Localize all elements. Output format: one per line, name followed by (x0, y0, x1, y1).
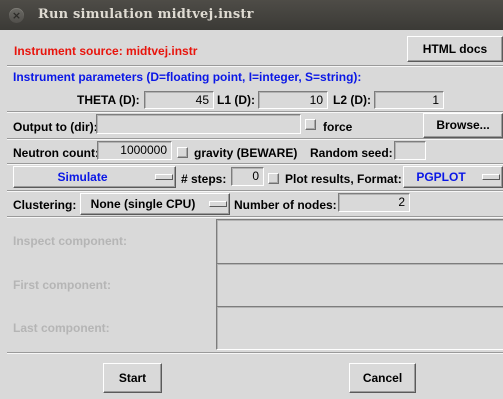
clustering-label: Clustering: (13, 198, 77, 212)
l1-label: L1 (D): (217, 93, 255, 107)
browse-button[interactable]: Browse... (423, 113, 503, 138)
force-checkbox[interactable] (305, 119, 316, 130)
cancel-button[interactable]: Cancel (349, 363, 416, 393)
theta-input[interactable]: 45 (144, 91, 214, 109)
random-seed-input[interactable] (394, 141, 426, 160)
separator (7, 352, 503, 354)
plot-results-checkbox[interactable] (268, 173, 279, 184)
l2-input[interactable]: 1 (374, 91, 444, 109)
separator (7, 190, 503, 192)
instrument-parameters-header: Instrument parameters (D=floating point,… (13, 70, 362, 84)
inspect-component-list[interactable] (216, 219, 503, 264)
plot-format-value: PGPLOT (416, 170, 466, 184)
neutron-count-label: Neutron count: (13, 146, 99, 160)
output-dir-label: Output to (dir): (13, 120, 98, 134)
close-icon[interactable]: × (9, 8, 24, 23)
instrument-source-label: Instrument source: midtvej.instr (14, 44, 198, 58)
random-seed-label: Random seed: (310, 146, 393, 160)
html-docs-button[interactable]: HTML docs (407, 36, 503, 62)
start-button[interactable]: Start (103, 363, 162, 393)
window-title: Run simulation midtvej.instr (38, 7, 254, 22)
run-mode-menu[interactable]: Simulate (13, 166, 176, 188)
l2-label: L2 (D): (333, 93, 371, 107)
option-menu-indicator-icon (482, 174, 500, 180)
inspect-component-label: Inspect component: (13, 234, 128, 248)
title-bar: × Run simulation midtvej.instr (0, 0, 503, 30)
gravity-checkbox[interactable] (177, 147, 188, 158)
nodes-label: Number of nodes: (234, 198, 337, 212)
neutron-count-input[interactable]: 1000000 (97, 141, 172, 160)
steps-input[interactable]: 0 (231, 167, 264, 186)
gravity-label: gravity (BEWARE) (194, 146, 298, 160)
plot-format-menu[interactable]: PGPLOT (403, 166, 503, 188)
first-component-list[interactable] (216, 263, 503, 307)
clustering-menu[interactable]: None (single CPU) (80, 193, 230, 215)
run-simulation-dialog: × Run simulation midtvej.instr Instrumen… (0, 0, 503, 399)
clustering-value: None (single CPU) (90, 197, 196, 211)
separator (7, 163, 503, 165)
separator (7, 216, 503, 218)
first-component-label: First component: (13, 278, 111, 292)
separator (7, 65, 503, 67)
output-dir-input[interactable] (96, 114, 301, 134)
plot-results-label: Plot results, Format: (285, 172, 402, 186)
run-mode-value: Simulate (57, 170, 108, 184)
steps-label: # steps: (181, 172, 227, 186)
l1-input[interactable]: 10 (258, 91, 328, 109)
separator (7, 138, 503, 140)
force-label: force (323, 120, 353, 134)
last-component-list[interactable] (216, 306, 503, 350)
option-menu-indicator-icon (155, 174, 173, 180)
option-menu-indicator-icon (209, 201, 227, 207)
last-component-label: Last component: (13, 321, 110, 335)
nodes-input[interactable]: 2 (338, 193, 410, 212)
theta-label: THETA (D): (77, 93, 140, 107)
